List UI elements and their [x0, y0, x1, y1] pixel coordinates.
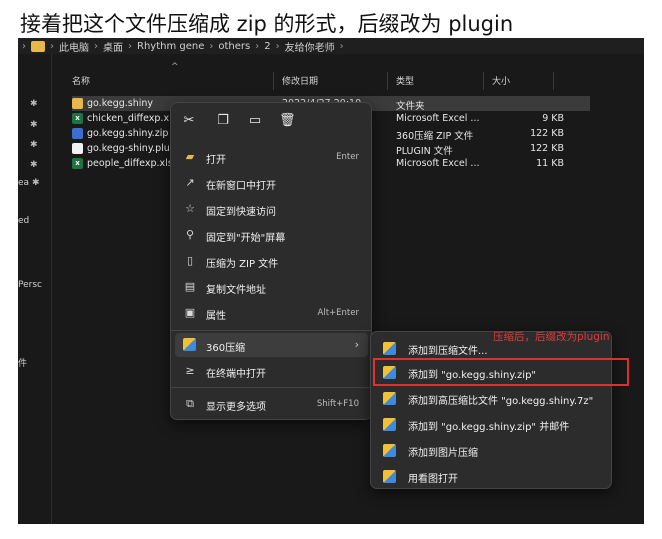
- column-divider[interactable]: [273, 72, 274, 90]
- chevron-right-icon: ›: [354, 338, 359, 351]
- zip-icon: ▯: [186, 254, 194, 267]
- copy-icon[interactable]: ❐: [215, 113, 231, 129]
- menu-item-open-new-window[interactable]: ↗ 在新窗口中打开: [175, 171, 368, 195]
- chevron-right-icon: ›: [94, 40, 98, 52]
- breadcrumb-item[interactable]: 桌面: [103, 39, 123, 54]
- file-type: Microsoft Excel ...: [396, 158, 480, 169]
- column-divider[interactable]: [387, 72, 388, 90]
- more-options-icon: ⧉: [186, 397, 194, 410]
- 360-compress-icon: [383, 342, 396, 355]
- zip-icon: [72, 128, 83, 139]
- star-icon: ☆: [185, 202, 195, 215]
- delete-icon[interactable]: 🗑: [279, 113, 296, 129]
- column-divider[interactable]: [553, 72, 554, 90]
- pin-icon: ✱: [30, 140, 38, 150]
- chevron-right-icon: ›: [209, 40, 214, 52]
- pin-icon: ⚲: [185, 228, 195, 241]
- properties-icon: ▣: [184, 306, 196, 319]
- nav-item[interactable]: 件: [18, 356, 48, 369]
- column-header-size[interactable]: 大小: [492, 74, 510, 87]
- pin-icon: ✱: [30, 160, 38, 170]
- submenu-item-add-to-zip-email[interactable]: 添加到 "go.kegg.shiny.zip" 并邮件: [375, 413, 609, 435]
- menu-item-360-compress[interactable]: 360压缩 ›: [175, 333, 368, 357]
- chevron-right-icon: ›: [50, 40, 54, 52]
- excel-icon: x: [72, 113, 83, 124]
- menu-item-pin-start[interactable]: ⚲ 固定到"开始"屏幕: [175, 223, 368, 247]
- menu-item-open[interactable]: ▰ 打开 Enter: [175, 145, 368, 169]
- menu-item-more-options[interactable]: ⧉ 显示更多选项 Shift+F10: [175, 392, 368, 416]
- menu-item-pin-quick-access[interactable]: ☆ 固定到快速访问: [175, 197, 368, 221]
- menu-item-copy-path[interactable]: ▤ 复制文件地址: [175, 275, 368, 299]
- file-size: 122 KB: [530, 143, 564, 154]
- new-window-icon: ↗: [185, 176, 195, 189]
- breadcrumb-item[interactable]: 友给你老师: [285, 39, 335, 54]
- column-header-modified[interactable]: 修改日期: [282, 74, 318, 87]
- file-type: 文件夹: [396, 101, 425, 112]
- address-bar[interactable]: › › 此电脑 › 桌面 › Rhythm gene › others › 2 …: [18, 38, 644, 54]
- 360-compress-icon: [383, 418, 396, 431]
- folder-icon: [72, 98, 83, 109]
- copy-path-icon: ▤: [184, 280, 196, 293]
- 360-compress-icon: [183, 338, 196, 351]
- navigation-pane: ✱ ✱ ✱ ✱ ea ✱ ed Persc 件: [18, 54, 52, 524]
- menu-item-open-terminal[interactable]: ≥ 在终端中打开: [175, 359, 368, 383]
- submenu-item-image-compress[interactable]: 添加到图片压缩: [375, 439, 609, 461]
- file-size: 11 KB: [536, 158, 564, 169]
- submenu-item-open-with-viewer[interactable]: 用看图打开: [375, 465, 609, 487]
- 360-compress-submenu: 添加到压缩文件... 添加到 "go.kegg.shiny.zip" 添加到高压…: [370, 331, 612, 489]
- file-size: 9 KB: [542, 113, 564, 124]
- 360-compress-icon: [383, 392, 396, 405]
- excel-icon: x: [72, 158, 83, 169]
- menu-item-compress-zip[interactable]: ▯ 压缩为 ZIP 文件: [175, 249, 368, 273]
- chevron-right-icon: ›: [128, 40, 132, 52]
- open-folder-icon: ▰: [185, 150, 195, 163]
- chevron-right-icon: ›: [22, 40, 26, 52]
- highlight-box: [373, 358, 629, 386]
- submenu-item-add-to-7z[interactable]: 添加到高压缩比文件 "go.kegg.shiny.7z": [375, 387, 609, 409]
- column-header-name[interactable]: 名称: [72, 74, 90, 87]
- breadcrumb-item[interactable]: others: [218, 41, 250, 52]
- terminal-icon: ≥: [185, 364, 195, 377]
- nav-item[interactable]: Persc: [18, 280, 48, 290]
- rename-icon[interactable]: ▭: [247, 113, 263, 129]
- file-size: 122 KB: [530, 128, 564, 139]
- file-type: Microsoft Excel ...: [396, 113, 480, 124]
- nav-item[interactable]: ed: [18, 216, 48, 226]
- breadcrumb-item[interactable]: Rhythm gene: [137, 41, 204, 52]
- column-divider[interactable]: [483, 72, 484, 90]
- file-type: PLUGIN 文件: [396, 146, 453, 157]
- cut-icon[interactable]: ✂: [181, 113, 197, 129]
- instruction-caption: 接着把这个文件压缩成 zip 的形式，后缀改为 plugin: [0, 0, 662, 38]
- chevron-right-icon: ›: [275, 40, 280, 52]
- context-menu: ✂ ❐ ▭ 🗑 ▰ 打开 Enter ↗ 在新窗口中打开 ☆ 固定到快速访问 ⚲…: [170, 102, 372, 420]
- 360-compress-icon: [383, 470, 396, 483]
- pin-icon: ✱: [30, 99, 38, 109]
- annotation-note: 压缩后，后缀改为plugin: [493, 331, 610, 343]
- column-header-type[interactable]: 类型: [396, 74, 414, 87]
- breadcrumb-item[interactable]: 2: [264, 41, 270, 52]
- quick-action-bar: ✂ ❐ ▭ 🗑: [171, 103, 371, 139]
- menu-divider: [171, 330, 371, 331]
- chevron-right-icon: ›: [339, 40, 344, 52]
- menu-divider: [171, 387, 371, 388]
- breadcrumb-item[interactable]: 此电脑: [59, 39, 89, 54]
- 360-compress-icon: [383, 444, 396, 457]
- folder-icon: [31, 40, 45, 52]
- pin-icon: ✱: [32, 178, 40, 188]
- menu-item-properties[interactable]: ▣ 属性 Alt+Enter: [175, 301, 368, 325]
- pin-icon: ✱: [30, 120, 38, 130]
- file-type: 360压缩 ZIP 文件: [396, 131, 474, 142]
- chevron-right-icon: ›: [255, 40, 260, 52]
- sort-caret-icon[interactable]: ^: [171, 62, 181, 72]
- file-icon: [72, 143, 83, 154]
